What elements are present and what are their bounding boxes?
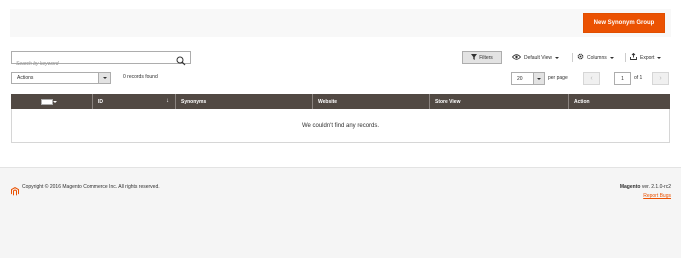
per-page-label: per page bbox=[548, 75, 568, 81]
column-header-synonyms[interactable]: Synonyms bbox=[176, 94, 313, 109]
search-box bbox=[11, 51, 191, 70]
filter-icon bbox=[471, 53, 478, 62]
column-header-store-view[interactable]: Store View bbox=[430, 94, 569, 109]
synonyms-grid: ID ↓ Synonyms Website Store View Action … bbox=[11, 94, 670, 143]
mass-select-checkbox[interactable] bbox=[41, 98, 57, 105]
column-header-website[interactable]: Website bbox=[313, 94, 430, 109]
page-actions-bar bbox=[10, 9, 671, 37]
column-header-action: Action bbox=[569, 94, 670, 109]
divider bbox=[572, 53, 573, 62]
current-page-input[interactable]: 1 bbox=[614, 72, 631, 85]
filters-button[interactable]: Filters bbox=[462, 51, 502, 64]
eye-icon bbox=[511, 53, 522, 62]
copyright-text: Copyright © 2016 Magento Commerce Inc. A… bbox=[22, 184, 160, 190]
footer: Copyright © 2016 Magento Commerce Inc. A… bbox=[0, 167, 681, 258]
version-text: ver. 2.1.0-rc2 bbox=[641, 184, 671, 190]
page-actions: New Synonym Group bbox=[0, 0, 681, 40]
actions-select-value: Actions bbox=[17, 75, 34, 81]
empty-message: We couldn't find any records. bbox=[301, 122, 380, 129]
gear-icon bbox=[577, 53, 584, 62]
column-label: Website bbox=[318, 98, 338, 105]
export-label: Export bbox=[640, 54, 655, 61]
search-input[interactable] bbox=[12, 58, 172, 70]
column-label: ID bbox=[98, 98, 103, 105]
divider bbox=[625, 53, 626, 62]
column-label: Action bbox=[574, 98, 590, 105]
chevron-right-icon: › bbox=[659, 75, 662, 82]
next-page-button[interactable]: › bbox=[652, 72, 669, 85]
chevron-down-icon bbox=[554, 56, 559, 59]
chevron-down-icon bbox=[533, 73, 544, 84]
grid-empty-row: We couldn't find any records. bbox=[11, 109, 670, 143]
default-view-label: Default View bbox=[524, 54, 552, 61]
chevron-down-icon bbox=[657, 56, 662, 59]
columns-label: Columns bbox=[587, 54, 607, 61]
columns-dropdown[interactable]: Columns bbox=[577, 51, 614, 64]
mass-select-column[interactable] bbox=[11, 94, 93, 109]
export-icon bbox=[630, 52, 637, 62]
chevron-down-icon bbox=[98, 73, 110, 83]
magento-logo-icon bbox=[11, 183, 19, 196]
grid-header: ID ↓ Synonyms Website Store View Action bbox=[11, 94, 670, 109]
column-header-id[interactable]: ID ↓ bbox=[93, 94, 176, 109]
previous-page-button[interactable]: ‹ bbox=[583, 72, 600, 85]
actions-select[interactable]: Actions bbox=[11, 72, 111, 84]
report-bugs-link[interactable]: Report Bugs bbox=[643, 193, 671, 199]
per-page-value: 20 bbox=[517, 75, 523, 82]
brand-name: Magento bbox=[619, 184, 641, 190]
chevron-down-icon bbox=[609, 56, 614, 59]
column-label: Synonyms bbox=[181, 98, 207, 105]
default-view-dropdown[interactable]: Default View bbox=[511, 51, 559, 64]
per-page-select[interactable]: 20 bbox=[511, 72, 545, 85]
records-found: 0 records found bbox=[123, 74, 158, 80]
export-dropdown[interactable]: Export bbox=[630, 51, 662, 64]
page-total: of 1 bbox=[634, 75, 643, 81]
filters-label: Filters bbox=[479, 54, 493, 61]
new-synonym-group-button[interactable]: New Synonym Group bbox=[583, 13, 665, 33]
version-info: Magento ver. 2.1.0-rc2 bbox=[620, 184, 671, 190]
sort-arrow-icon: ↓ bbox=[166, 98, 169, 104]
column-label: Store View bbox=[435, 98, 461, 105]
chevron-left-icon: ‹ bbox=[590, 75, 593, 82]
search-icon[interactable] bbox=[176, 53, 186, 66]
